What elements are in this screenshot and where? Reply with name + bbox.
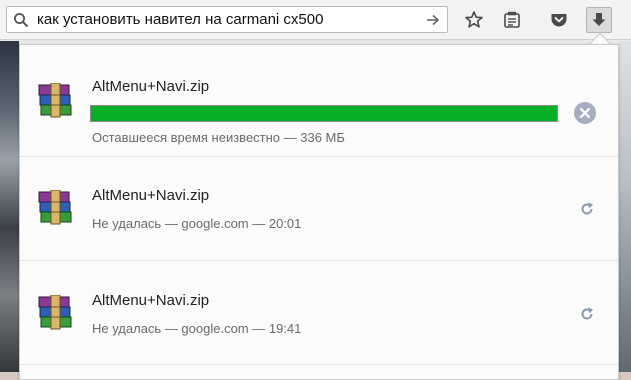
browser-toolbar: как установить навител на carmani cx500 bbox=[0, 0, 631, 40]
download-progress-fill bbox=[91, 106, 557, 121]
download-status: Не удалась — google.com — 19:41 bbox=[92, 321, 302, 336]
cancel-download-button[interactable] bbox=[574, 102, 596, 124]
winrar-archive-icon bbox=[38, 83, 72, 118]
downloads-panel: AltMenu+Navi.zip Оставшееся время неизве… bbox=[19, 44, 619, 380]
download-item[interactable]: AltMenu+Navi.zip Не удалась — google.com… bbox=[20, 157, 618, 261]
background-page-image-right bbox=[619, 41, 631, 380]
download-filename: AltMenu+Navi.zip bbox=[92, 292, 210, 309]
retry-download-button[interactable] bbox=[578, 200, 596, 218]
bookmark-star-icon bbox=[465, 11, 483, 28]
downloads-icon bbox=[592, 13, 606, 26]
reader-view-icon bbox=[504, 11, 520, 28]
download-filename: AltMenu+Navi.zip bbox=[92, 187, 210, 204]
download-item[interactable]: AltMenu+Navi.zip Оставшееся время неизве… bbox=[20, 53, 618, 157]
pocket-button[interactable] bbox=[546, 7, 572, 33]
download-status: Оставшееся время неизвестно — 336 МБ bbox=[92, 130, 345, 145]
go-arrow-icon[interactable] bbox=[425, 12, 441, 28]
download-status: Не удалась — google.com — 20:01 bbox=[92, 216, 302, 231]
retry-download-button[interactable] bbox=[578, 305, 596, 323]
winrar-archive-icon bbox=[38, 190, 72, 225]
retry-icon bbox=[581, 307, 593, 320]
retry-icon bbox=[581, 202, 593, 215]
bookmark-star-button[interactable] bbox=[461, 7, 487, 33]
download-progress-bar bbox=[90, 105, 558, 122]
search-icon bbox=[14, 13, 29, 28]
background-page-image bbox=[0, 41, 19, 380]
pocket-icon bbox=[551, 14, 567, 27]
download-filename: AltMenu+Navi.zip bbox=[92, 78, 210, 95]
url-bar[interactable]: как установить навител на carmani cx500 bbox=[6, 6, 448, 33]
winrar-archive-icon bbox=[38, 295, 72, 330]
url-text: как установить навител на carmani cx500 bbox=[37, 11, 324, 28]
download-item[interactable]: AltMenu+Navi.zip Не удалась — google.com… bbox=[20, 261, 618, 365]
reader-view-button[interactable] bbox=[499, 7, 525, 33]
downloads-button[interactable] bbox=[586, 7, 612, 33]
close-icon bbox=[579, 107, 591, 119]
